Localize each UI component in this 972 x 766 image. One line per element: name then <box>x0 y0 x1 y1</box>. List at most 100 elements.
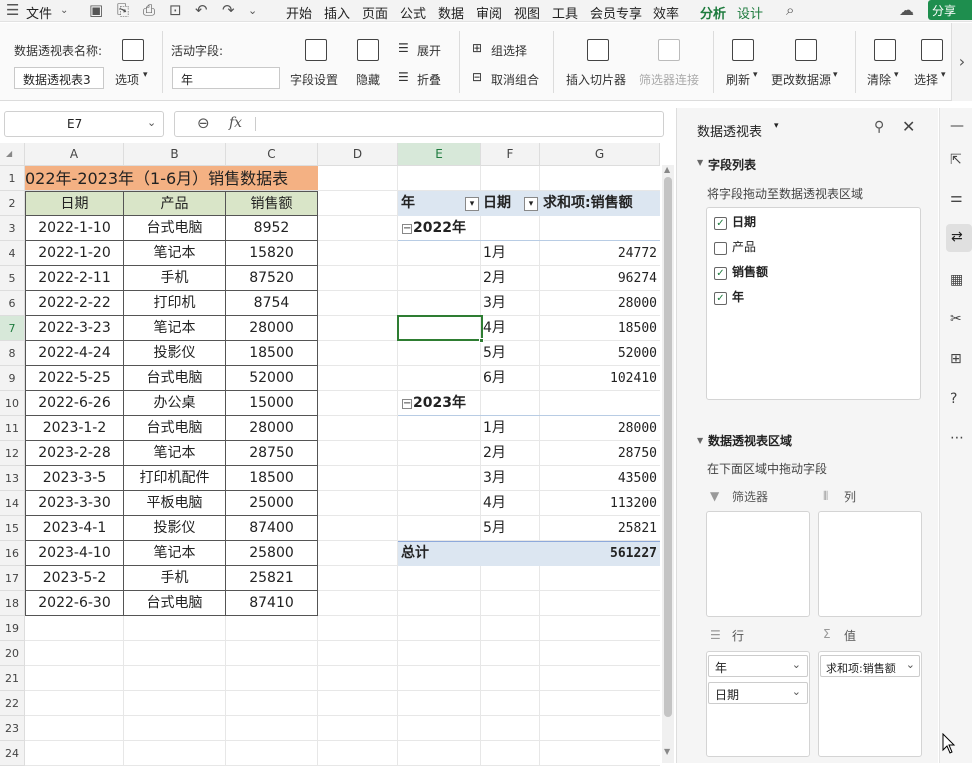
filter-dropdown-icon[interactable]: ▾ <box>524 197 538 211</box>
vertical-scrollbar[interactable]: ▲ ▼ <box>662 165 674 763</box>
expand-icon[interactable]: ☰ <box>398 41 409 55</box>
scroll-up-icon[interactable]: ▲ <box>664 165 670 174</box>
clear-icon[interactable] <box>874 39 896 61</box>
table-cell[interactable]: 2023-1-2 <box>25 416 124 441</box>
row-header[interactable]: 21 <box>0 666 25 691</box>
table-cell[interactable]: 2022-4-24 <box>25 341 124 366</box>
table-cell[interactable]: 2022-2-22 <box>25 291 124 316</box>
chevron-down-icon[interactable]: ⌄ <box>147 116 156 129</box>
pivot-month-label[interactable]: 1月 <box>483 241 540 266</box>
name-box[interactable]: E7 ⌄ <box>4 111 164 137</box>
row-header[interactable]: 9 <box>0 366 25 391</box>
field-checkbox[interactable]: ✓ <box>714 292 727 305</box>
tab-design[interactable]: 设计 <box>737 3 763 22</box>
ungroup-icon[interactable]: ⊟ <box>472 70 482 84</box>
options-button[interactable]: 选项 <box>115 71 139 88</box>
tab-data[interactable]: 数据 <box>438 3 464 22</box>
formula-input[interactable]: ⊖ fx <box>174 111 664 137</box>
table-cell[interactable]: 台式电脑 <box>124 216 226 241</box>
value-drop-zone[interactable]: 求和项:销售额 ⌄ <box>818 651 922 757</box>
row-header[interactable]: 19 <box>0 616 25 641</box>
table-cell[interactable]: 打印机配件 <box>124 466 226 491</box>
close-icon[interactable]: ✕ <box>902 117 915 136</box>
table-cell[interactable]: 8952 <box>226 216 318 241</box>
print-preview-icon[interactable]: ⊡ <box>169 1 182 19</box>
table-cell[interactable]: 2023-3-5 <box>25 466 124 491</box>
pivot-value[interactable]: 28000 <box>540 416 657 441</box>
table-cell[interactable]: 2023-5-2 <box>25 566 124 591</box>
zoom-icon[interactable]: ⊖ <box>197 114 210 132</box>
table-cell[interactable]: 手机 <box>124 266 226 291</box>
pivot-month-label[interactable]: 5月 <box>483 516 540 541</box>
table-cell[interactable]: 笔记本 <box>124 316 226 341</box>
table-cell[interactable]: 28000 <box>226 316 318 341</box>
column-header-b[interactable]: B <box>124 143 226 166</box>
row-header[interactable]: 14 <box>0 491 25 516</box>
row-header[interactable]: 11 <box>0 416 25 441</box>
pivot-name-input[interactable]: 数据透视表3 <box>14 67 104 89</box>
row-header[interactable]: 1 <box>0 166 25 191</box>
pivot-month-label[interactable]: 3月 <box>483 466 540 491</box>
row-header[interactable]: 7 <box>0 316 25 341</box>
tab-view[interactable]: 视图 <box>514 3 540 22</box>
table-cell[interactable]: 52000 <box>226 366 318 391</box>
more-icon[interactable]: ⋯ <box>950 430 966 446</box>
filter-drop-zone[interactable] <box>706 511 810 617</box>
field-label[interactable]: 年 <box>732 287 744 307</box>
row-field-date[interactable]: 日期 ⌄ <box>708 682 808 704</box>
undo-icon[interactable]: ↶ <box>195 1 208 19</box>
settings-slider-icon[interactable]: ⚌ <box>950 190 966 206</box>
column-header-e[interactable]: E <box>398 143 481 166</box>
pivot-month-label[interactable]: 1月 <box>483 416 540 441</box>
file-menu[interactable]: 文件 <box>26 3 52 22</box>
row-header[interactable]: 23 <box>0 716 25 741</box>
table-cell[interactable]: 87410 <box>226 591 318 616</box>
row-header[interactable]: 4 <box>0 241 25 266</box>
table-cell[interactable]: 28750 <box>226 441 318 466</box>
table-cell[interactable]: 台式电脑 <box>124 416 226 441</box>
table-cell[interactable]: 28000 <box>226 416 318 441</box>
hide-button[interactable]: 隐藏 <box>356 71 380 88</box>
table-cell[interactable]: 18500 <box>226 466 318 491</box>
table-cell[interactable]: 87400 <box>226 516 318 541</box>
scrollbar-thumb[interactable] <box>664 177 672 717</box>
clear-button[interactable]: 清除 <box>867 71 891 88</box>
table-cell[interactable]: 笔记本 <box>124 541 226 566</box>
group-select-button[interactable]: 组选择 <box>491 42 527 59</box>
insert-slicer-button[interactable]: 插入切片器 <box>566 71 626 88</box>
tab-member[interactable]: 会员专享 <box>590 3 642 22</box>
tools-icon[interactable]: ✂ <box>950 311 966 327</box>
filter-dropdown-icon[interactable]: ▾ <box>465 197 479 211</box>
table-cell[interactable]: 打印机 <box>124 291 226 316</box>
pivot-month-label[interactable]: 4月 <box>483 316 540 341</box>
options-icon[interactable] <box>122 39 144 61</box>
table-cell[interactable]: 2022-6-30 <box>25 591 124 616</box>
row-header[interactable]: 6 <box>0 291 25 316</box>
chevron-down-icon[interactable]: ⌄ <box>905 658 915 671</box>
pivot-value[interactable]: 52000 <box>540 341 657 366</box>
spreadsheet-grid[interactable]: ◢ A B C D E F G 1 2 3 4 5 6 7 8 9 10 11 12 13 14 15 16 1… <box>0 143 660 766</box>
row-field-year[interactable]: 年 ⌄ <box>708 655 808 677</box>
pivot-month-label[interactable]: 5月 <box>483 341 540 366</box>
table-cell[interactable]: 2022-5-25 <box>25 366 124 391</box>
collapse-arrow-icon[interactable]: ▼ <box>697 436 703 445</box>
pivot-year-group[interactable]: 2022年 <box>413 216 481 241</box>
row-header[interactable]: 13 <box>0 466 25 491</box>
tab-efficiency[interactable]: 效率 <box>653 3 679 22</box>
share-button[interactable]: 分享 <box>928 0 972 20</box>
share-link-icon[interactable]: ⎘ <box>117 1 129 19</box>
table-cell[interactable]: 87520 <box>226 266 318 291</box>
tab-formula[interactable]: 公式 <box>400 3 426 22</box>
field-label[interactable]: 销售额 <box>732 262 768 282</box>
pivot-value[interactable]: 24772 <box>540 241 657 266</box>
row-header[interactable]: 5 <box>0 266 25 291</box>
refresh-icon[interactable] <box>732 39 754 61</box>
field-settings-button[interactable]: 字段设置 <box>290 71 338 88</box>
table-cell[interactable]: 办公桌 <box>124 391 226 416</box>
pivot-month-label[interactable]: 2月 <box>483 266 540 291</box>
chevron-down-icon[interactable]: ⌄ <box>792 658 801 671</box>
field-checkbox[interactable]: ✓ <box>714 217 727 230</box>
table-cell[interactable]: 25821 <box>226 566 318 591</box>
table-cell[interactable]: 2023-3-30 <box>25 491 124 516</box>
pivot-pane-toggle[interactable]: ⇄ <box>946 224 972 252</box>
